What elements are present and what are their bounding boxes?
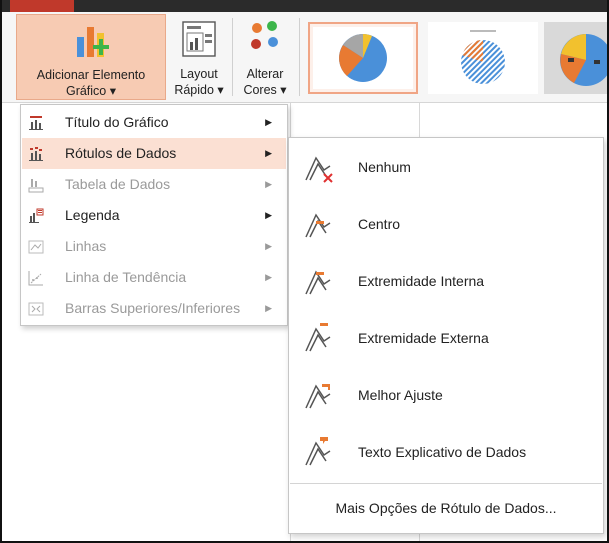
submenu-item-label: Texto Explicativo de Dados bbox=[358, 444, 527, 460]
data-label-option-data-callout[interactable]: Texto Explicativo de Dados bbox=[290, 425, 602, 481]
labeled-pie-style-icon bbox=[544, 22, 607, 94]
change-colors-label-line1: Alterar bbox=[246, 67, 284, 81]
data-label-option-none[interactable]: Nenhum bbox=[290, 140, 602, 196]
submenu-arrow-icon: ▶ bbox=[265, 241, 272, 251]
title-strip bbox=[2, 0, 607, 12]
menu-item-lines[interactable]: Linhas ▶ bbox=[22, 231, 286, 262]
data-label-center-icon bbox=[305, 213, 331, 238]
ribbon: Adicionar Elemento Gráfico ▾ Layout Rápi… bbox=[2, 0, 607, 103]
pie-chart-style-icon bbox=[313, 27, 413, 89]
quick-layout-button[interactable]: Layout Rápido ▾ bbox=[168, 14, 230, 100]
data-labels-icon bbox=[29, 147, 43, 161]
submenu-arrow-icon: ▶ bbox=[265, 148, 272, 158]
change-colors-label-line2: Cores ▾ bbox=[243, 83, 287, 97]
chart-styles-gallery bbox=[304, 16, 607, 100]
chart-style-1[interactable] bbox=[308, 22, 418, 94]
menu-item-chart-title[interactable]: Título do Gráfico ▶ bbox=[22, 107, 286, 138]
submenu-item-label: Centro bbox=[358, 216, 401, 232]
legend-icon bbox=[29, 208, 44, 223]
chart-title-icon bbox=[29, 116, 43, 130]
chart-style-2[interactable] bbox=[428, 22, 538, 94]
submenu-arrow-icon: ▶ bbox=[265, 210, 272, 220]
menu-item-label: Legenda bbox=[65, 207, 120, 223]
data-label-best-fit-icon bbox=[305, 384, 331, 409]
data-label-option-center[interactable]: Centro bbox=[290, 197, 602, 253]
data-labels-submenu: Nenhum Centro Extremidade Interna Extrem… bbox=[288, 137, 604, 534]
color-palette-icon bbox=[251, 21, 278, 49]
data-label-outside-end-icon bbox=[305, 323, 331, 352]
hatched-pie-style-icon bbox=[461, 30, 505, 84]
chart-style-3[interactable] bbox=[544, 22, 607, 94]
add-chart-element-menu: Título do Gráfico ▶ Rótulos de Dados ▶ T… bbox=[20, 104, 288, 326]
data-label-option-outside-end[interactable]: Extremidade Externa bbox=[290, 311, 602, 367]
data-label-inside-end-icon bbox=[305, 270, 331, 295]
data-label-callout-icon bbox=[305, 437, 331, 466]
menu-item-data-labels[interactable]: Rótulos de Dados ▶ bbox=[22, 138, 286, 169]
submenu-item-label: Melhor Ajuste bbox=[358, 387, 443, 403]
menu-item-legend[interactable]: Legenda ▶ bbox=[22, 200, 286, 231]
menu-item-label: Rótulos de Dados bbox=[65, 145, 177, 161]
menu-item-label: Título do Gráfico bbox=[65, 114, 169, 130]
submenu-item-label: Extremidade Externa bbox=[358, 330, 489, 346]
menu-item-up-down-bars[interactable]: Barras Superiores/Inferiores ▶ bbox=[22, 293, 286, 324]
menu-item-label: Barras Superiores/Inferiores bbox=[65, 300, 241, 316]
add-element-label-line1: Adicionar Elemento bbox=[36, 68, 146, 82]
up-down-bars-icon bbox=[28, 302, 44, 316]
data-label-option-best-fit[interactable]: Melhor Ajuste bbox=[290, 368, 602, 424]
data-label-option-inside-end[interactable]: Extremidade Interna bbox=[290, 254, 602, 310]
tab-accent bbox=[10, 0, 74, 12]
quick-layout-label-line1: Layout bbox=[180, 67, 218, 81]
submenu-item-label: Nenhum bbox=[358, 159, 411, 175]
menu-item-trendline[interactable]: Linha de Tendência ▶ bbox=[22, 262, 286, 293]
trendline-icon bbox=[28, 271, 43, 286]
menu-item-label: Linha de Tendência bbox=[65, 269, 187, 285]
submenu-arrow-icon: ▶ bbox=[265, 117, 272, 127]
quick-layout-icon bbox=[182, 21, 216, 57]
submenu-item-label: Extremidade Interna bbox=[358, 273, 485, 289]
ribbon-separator bbox=[299, 18, 300, 96]
add-chart-element-icon bbox=[77, 27, 109, 57]
submenu-arrow-icon: ▶ bbox=[265, 179, 272, 189]
menu-item-label: Linhas bbox=[65, 238, 107, 254]
data-label-none-icon bbox=[305, 156, 333, 183]
add-chart-element-button[interactable]: Adicionar Elemento Gráfico ▾ bbox=[16, 14, 166, 100]
submenu-arrow-icon: ▶ bbox=[265, 303, 272, 313]
menu-item-data-table[interactable]: Tabela de Dados ▶ bbox=[22, 169, 286, 200]
app-window: Adicionar Elemento Gráfico ▾ Layout Rápi… bbox=[0, 0, 609, 543]
quick-layout-label-line2: Rápido ▾ bbox=[174, 83, 224, 97]
lines-icon bbox=[28, 240, 44, 254]
submenu-arrow-icon: ▶ bbox=[265, 272, 272, 282]
menu-item-label: Tabela de Dados bbox=[65, 176, 171, 192]
add-element-label-line2: Gráfico ▾ bbox=[65, 84, 117, 98]
ribbon-separator bbox=[232, 18, 233, 96]
data-table-icon bbox=[28, 179, 44, 193]
more-data-label-options[interactable]: Mais Opções de Rótulo de Dados... bbox=[290, 484, 602, 532]
change-colors-button[interactable]: Alterar Cores ▾ bbox=[234, 14, 296, 100]
